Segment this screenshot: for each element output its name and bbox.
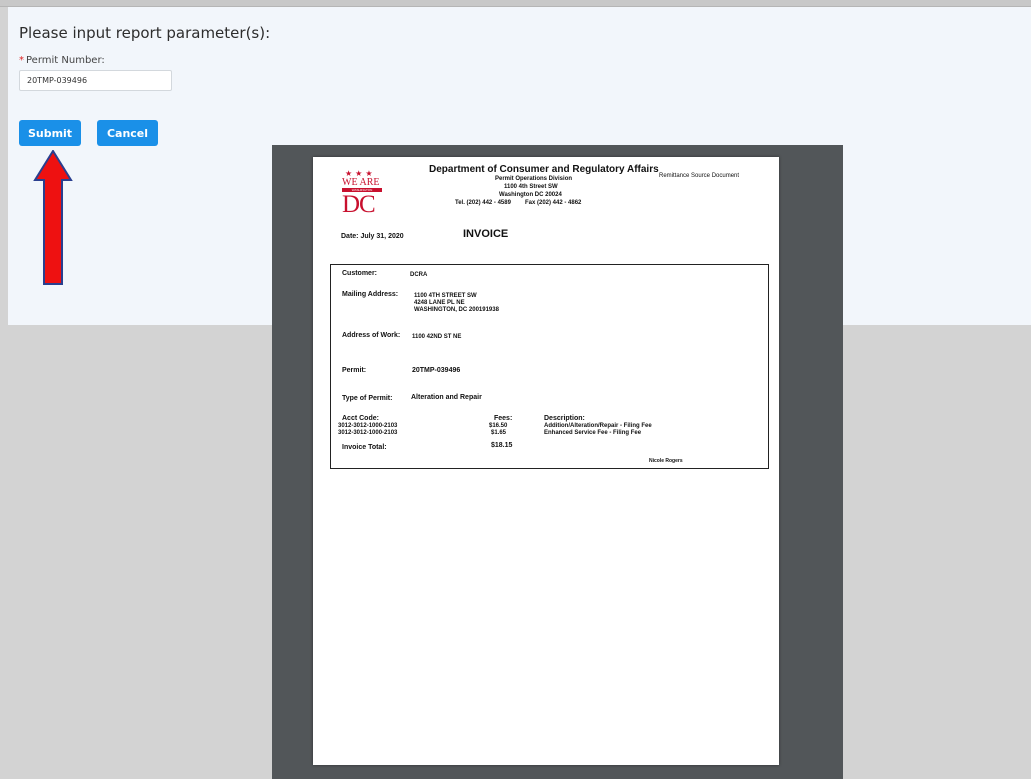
type-label: Type of Permit: (342, 395, 393, 402)
work-address-label: Address of Work: (342, 332, 401, 339)
line-item-fee: $1.65 (491, 430, 507, 436)
cancel-button[interactable]: Cancel (97, 120, 158, 146)
logo-we-are: WE ARE (342, 177, 380, 188)
permit-number-label-text: Permit Number: (26, 55, 105, 66)
fees-header: Fees: (494, 415, 513, 422)
invoice-page: ★★★ WE ARE WASHINGTON DC Department of C… (313, 157, 779, 765)
invoice-total-value: $18.15 (491, 442, 513, 449)
work-address-value: 1100 42ND ST NE (412, 334, 462, 340)
logo-dc: DC (342, 191, 376, 218)
customer-label: Customer: (342, 270, 378, 277)
permit-label: Permit: (342, 367, 367, 374)
mailing-line3: WASHINGTON, DC 200191938 (414, 307, 499, 313)
customer-value: DCRA (410, 272, 428, 278)
line-item-acct: 3012-3012-1000-2103 (338, 423, 398, 429)
mailing-label: Mailing Address: (342, 291, 399, 298)
acct-code-header: Acct Code: (342, 415, 379, 422)
invoice-date: Date: July 31, 2020 (341, 233, 404, 240)
top-strip (0, 0, 1031, 7)
permit-value: 20TMP-039496 (412, 367, 461, 374)
type-value: Alteration and Repair (411, 394, 482, 401)
description-header: Description: (544, 415, 585, 422)
invoice-title: INVOICE (463, 228, 509, 240)
line-item-acct: 3012-3012-1000-2103 (338, 430, 398, 436)
line-item-description: Addition/Alteration/Repair - Filing Fee (544, 423, 652, 429)
submit-button[interactable]: Submit (19, 120, 81, 146)
line-item-fee: $16.50 (489, 423, 508, 429)
city: Washington DC 20024 (499, 192, 562, 198)
permit-number-label: * Permit Number: (19, 55, 105, 66)
we-are-washington-dc-logo: ★★★ WE ARE WASHINGTON DC (341, 169, 389, 218)
org-name: Department of Consumer and Regulatory Af… (429, 164, 659, 175)
tel: Tel. (202) 442 - 4589 (455, 200, 511, 206)
division: Permit Operations Division (495, 176, 573, 182)
street: 1100 4th Street SW (504, 184, 558, 190)
mailing-line2: 4248 LANE PL NE (414, 300, 465, 306)
required-marker: * (19, 55, 24, 66)
page-title: Please input report parameter(s): (19, 24, 271, 42)
fax: Fax (202) 442 - 4862 (525, 200, 582, 206)
mailing-line1: 1100 4TH STREET SW (414, 293, 477, 299)
red-up-arrow-icon (33, 150, 73, 285)
doc-type: Remittance Source Document (659, 173, 740, 179)
permit-number-input[interactable] (19, 70, 172, 91)
signer-name: Nicole Rogers (649, 458, 683, 464)
invoice-total-label: Invoice Total: (342, 444, 387, 451)
report-viewer[interactable]: ★★★ WE ARE WASHINGTON DC Department of C… (272, 145, 843, 779)
line-item-description: Enhanced Service Fee - Filing Fee (544, 430, 642, 436)
